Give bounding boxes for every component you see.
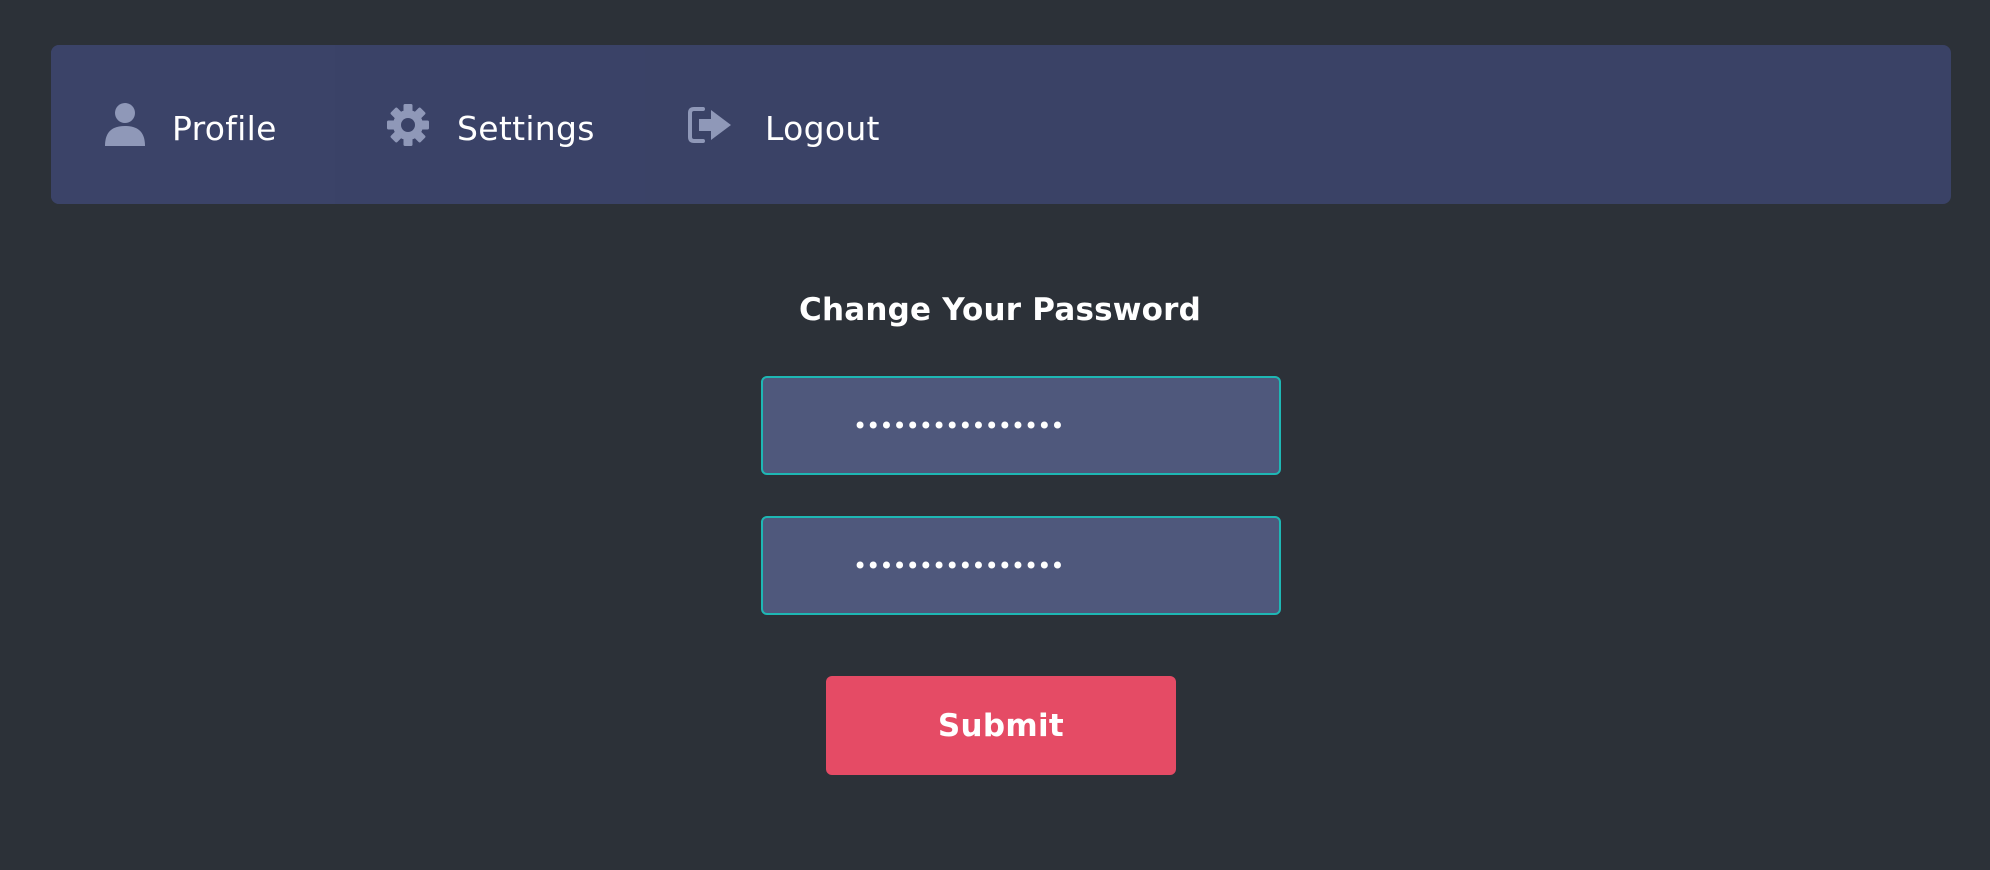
form-title: Change Your Password [799, 292, 1201, 328]
user-icon [102, 102, 148, 148]
nav-item-label: Logout [765, 109, 880, 148]
top-navigation-bar: Profile Settings Logout [51, 45, 1951, 204]
gear-icon [385, 102, 431, 148]
nav-item-label: Profile [172, 109, 277, 148]
new-password-field[interactable] [761, 376, 1281, 475]
nav-item-profile[interactable]: Profile [51, 45, 335, 204]
confirm-password-field[interactable] [761, 516, 1281, 615]
sign-out-icon [687, 102, 733, 148]
submit-button[interactable]: Submit [826, 676, 1176, 775]
nav-item-logout[interactable]: Logout [645, 45, 880, 204]
nav-item-label: Settings [457, 109, 595, 148]
nav-item-settings[interactable]: Settings [335, 45, 645, 204]
